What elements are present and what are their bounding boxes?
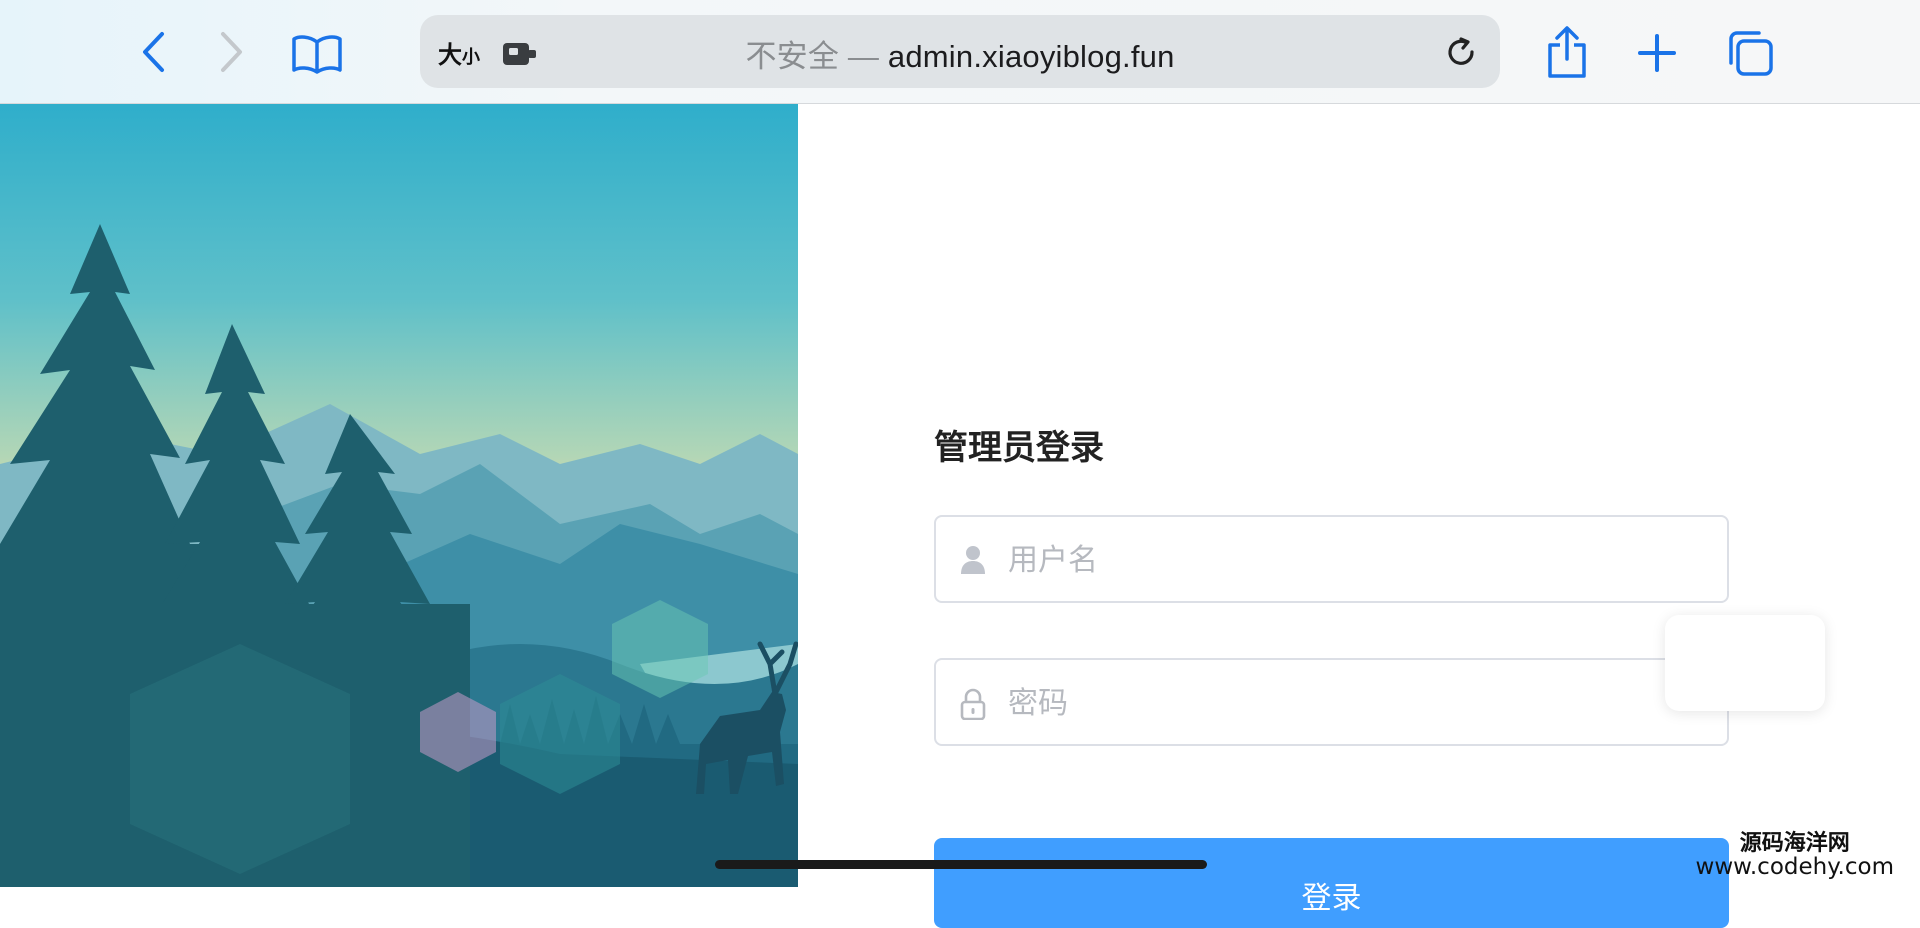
watermark-url: www.codehy.com bbox=[1695, 854, 1894, 881]
password-field[interactable] bbox=[934, 658, 1729, 746]
bookmarks-icon[interactable] bbox=[290, 32, 344, 76]
watermark-title: 源码海洋网 bbox=[1739, 831, 1850, 856]
back-icon[interactable] bbox=[133, 30, 173, 74]
user-icon bbox=[960, 545, 986, 579]
login-illustration bbox=[0, 104, 798, 887]
address-bar[interactable]: 大小 不安全 — admin.xiaoyiblog.fun bbox=[420, 15, 1500, 88]
reload-icon[interactable] bbox=[1442, 33, 1480, 75]
home-indicator bbox=[715, 860, 1207, 869]
login-title: 管理员登录 bbox=[934, 428, 1104, 468]
forward-icon[interactable] bbox=[212, 30, 252, 74]
username-input[interactable] bbox=[1006, 517, 1710, 603]
new-tab-icon[interactable] bbox=[1634, 30, 1680, 76]
login-button[interactable]: 登录 bbox=[934, 838, 1729, 928]
tabs-icon[interactable] bbox=[1724, 28, 1776, 78]
watermark: 源码海洋网 www.codehy.com bbox=[1696, 832, 1894, 879]
password-input[interactable] bbox=[1006, 660, 1710, 746]
floating-card bbox=[1665, 615, 1825, 711]
share-icon[interactable] bbox=[1543, 24, 1591, 80]
url-text: 不安全 — admin.xiaoyiblog.fun bbox=[745, 39, 1175, 74]
browser-toolbar: 大小 不安全 — admin.xiaoyiblog.fun bbox=[0, 0, 1920, 104]
username-field[interactable] bbox=[934, 515, 1729, 603]
lock-icon bbox=[960, 688, 986, 724]
